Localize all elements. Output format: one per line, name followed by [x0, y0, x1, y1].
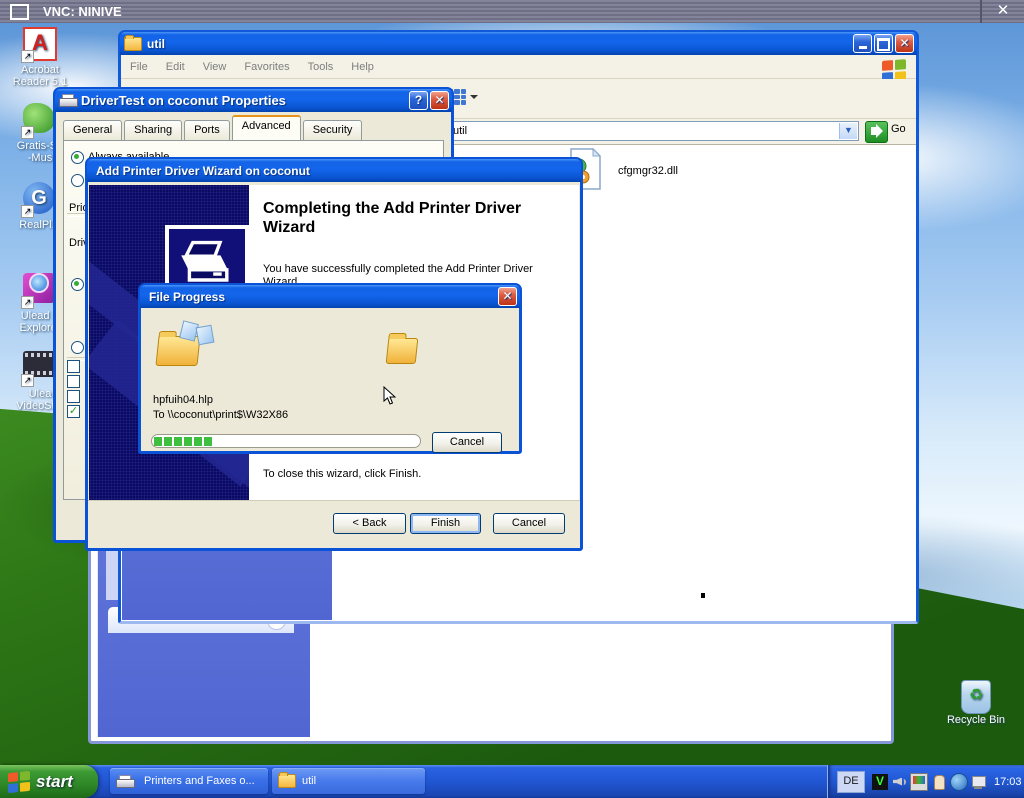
taskbar-item-label: Printers and Faxes o...	[144, 775, 255, 787]
start-button[interactable]: start	[0, 765, 98, 798]
volume-icon[interactable]	[891, 774, 907, 790]
taskbar-item-label: util	[302, 775, 316, 787]
flying-file-icon	[196, 325, 215, 346]
menu-bar: File Edit View Favorites Tools Help	[121, 55, 916, 79]
help-button[interactable]: ?	[409, 91, 428, 110]
divider	[980, 0, 982, 23]
copy-destination-path: To \\coconut\print$\W32X86	[153, 409, 288, 421]
maximize-button[interactable]	[874, 34, 893, 53]
dialog-titlebar[interactable]: DriverTest on coconut Properties ? ✕	[55, 89, 452, 112]
wizard-button-row: < Back Finish Cancel	[88, 500, 580, 548]
taskbar-item-printers[interactable]: Printers and Faxes o...	[110, 768, 268, 794]
start-label: start	[36, 772, 73, 792]
close-button[interactable]: ✕	[430, 91, 449, 110]
tab-strip: General Sharing Ports Advanced Security	[63, 118, 444, 140]
address-input[interactable]: util ▼	[447, 121, 859, 141]
vnc-title: VNC: NINIVE	[43, 4, 122, 19]
shortcut-arrow-icon: ↗	[21, 296, 34, 309]
desktop-icon-label: Recycle Bin	[938, 714, 1014, 726]
dialog-title: File Progress	[149, 290, 225, 304]
go-button[interactable]	[865, 121, 888, 143]
desktop-icon-label: Acrobat	[2, 64, 78, 76]
system-tray: DE V 17:03	[827, 765, 1024, 798]
address-dropdown-button[interactable]: ▼	[839, 123, 857, 139]
wizard-hint-text: To close this wizard, click Finish.	[263, 468, 573, 480]
clock: 17:03	[994, 776, 1022, 788]
go-label: Go	[891, 123, 906, 135]
close-button[interactable]: ✕	[895, 34, 914, 53]
file-item-label: cfgmgr32.dll	[618, 165, 678, 177]
shortcut-arrow-icon: ↗	[21, 205, 34, 218]
wizard-heading: Completing the Add Printer Driver Wizard	[263, 199, 563, 237]
close-button[interactable]: ✕	[498, 287, 517, 306]
progress-segments	[154, 437, 212, 446]
tab-security[interactable]: Security	[303, 120, 363, 140]
radio-spool-documents[interactable]	[71, 278, 84, 291]
menu-favorites[interactable]: Favorites	[244, 61, 289, 73]
menu-view[interactable]: View	[203, 61, 227, 73]
progress-bar	[151, 434, 421, 448]
file-item-cfgmgr32[interactable]: cfgmgr32.dll	[567, 148, 717, 193]
checkbox-print-spooled-first[interactable]	[67, 375, 80, 388]
radio-print-directly[interactable]	[71, 341, 84, 354]
taskbar-item-util[interactable]: util	[272, 768, 425, 794]
menu-file[interactable]: File	[130, 61, 148, 73]
dialog-title: DriverTest on coconut Properties	[81, 93, 286, 108]
window-titlebar[interactable]: util ✕	[120, 32, 917, 55]
checkbox-advanced-features[interactable]: ✓	[67, 405, 80, 418]
destination-folder-icon	[386, 338, 419, 364]
shortcut-arrow-icon: ↗	[21, 126, 34, 139]
menu-help[interactable]: Help	[351, 61, 374, 73]
desktop-icon-acrobat-reader[interactable]: A ↗ Acrobat Reader 5.1	[2, 27, 78, 88]
monitor-tray-icon[interactable]	[971, 774, 987, 790]
minimize-button[interactable]	[853, 34, 872, 53]
address-value: util	[453, 125, 467, 137]
menu-edit[interactable]: Edit	[166, 61, 185, 73]
dialog-title: Add Printer Driver Wizard on coconut	[96, 164, 310, 178]
vnc-tray-icon[interactable]: V	[872, 774, 888, 790]
recycle-bin-icon: ♻	[961, 680, 991, 714]
vnc-titlebar[interactable]: VNC: NINIVE ✕	[0, 0, 1024, 23]
vnc-system-menu-icon[interactable]	[10, 4, 29, 20]
display-settings-icon[interactable]	[910, 773, 928, 791]
globe-tray-icon[interactable]	[950, 773, 968, 791]
hand-tray-icon[interactable]	[931, 774, 947, 790]
window-title: util	[147, 37, 165, 51]
mouse-cursor	[383, 386, 396, 405]
file-progress-dialog[interactable]: File Progress ✕ hpfuih04.hlp To \\coconu…	[138, 283, 522, 454]
cancel-button[interactable]: Cancel	[432, 432, 502, 453]
desktop-icon-recycle-bin[interactable]: ♻ Recycle Bin	[938, 680, 1014, 726]
printer-icon	[59, 94, 76, 107]
vnc-close-button[interactable]: ✕	[990, 1, 1016, 21]
menu-tools[interactable]: Tools	[308, 61, 334, 73]
dialog-titlebar[interactable]: File Progress ✕	[140, 285, 520, 308]
dialog-titlebar[interactable]: Add Printer Driver Wizard on coconut	[87, 159, 581, 182]
file-progress-body: hpfuih04.hlp To \\coconut\print$\W32X86 …	[141, 308, 519, 447]
text-cursor-artifact	[701, 593, 705, 598]
dropdown-arrow-icon	[470, 95, 478, 99]
radio-available-from[interactable]	[71, 174, 84, 187]
folder-icon	[124, 37, 142, 51]
language-indicator[interactable]: DE	[837, 771, 865, 793]
tab-ports[interactable]: Ports	[184, 120, 230, 140]
taskbar: start Printers and Faxes o... util DE V …	[0, 765, 1024, 798]
shortcut-arrow-icon: ↗	[21, 374, 34, 387]
folder-icon	[278, 774, 296, 788]
checkbox-hold-mismatched[interactable]	[67, 360, 80, 373]
tab-advanced[interactable]: Advanced	[232, 115, 301, 140]
printer-icon	[116, 775, 133, 788]
back-button[interactable]: < Back	[333, 513, 406, 534]
windows-flag-icon	[8, 770, 30, 792]
tab-sharing[interactable]: Sharing	[124, 120, 182, 140]
checkbox-keep-printed[interactable]	[67, 390, 80, 403]
cancel-button[interactable]: Cancel	[493, 513, 565, 534]
shortcut-arrow-icon: ↗	[21, 50, 34, 63]
finish-button[interactable]: Finish	[410, 513, 481, 534]
tab-general[interactable]: General	[63, 120, 122, 140]
radio-always-available[interactable]	[71, 151, 84, 164]
copying-file-name: hpfuih04.hlp	[153, 394, 213, 406]
